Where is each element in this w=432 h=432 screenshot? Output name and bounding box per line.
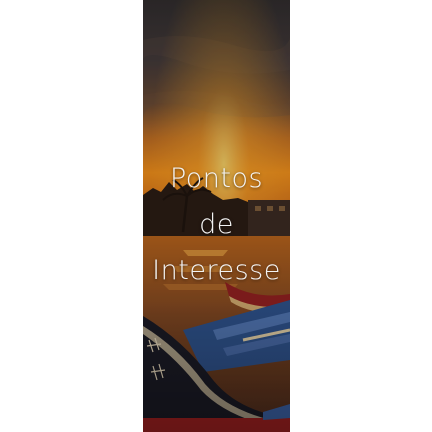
- points-of-interest-banner[interactable]: Pontos de Interesse: [143, 0, 290, 432]
- banner-title-line: Pontos: [169, 163, 264, 194]
- banner-title-line: Interesse: [152, 254, 281, 286]
- banner-title-line: de: [199, 208, 234, 240]
- banner-title: Pontos de Interesse: [143, 156, 290, 294]
